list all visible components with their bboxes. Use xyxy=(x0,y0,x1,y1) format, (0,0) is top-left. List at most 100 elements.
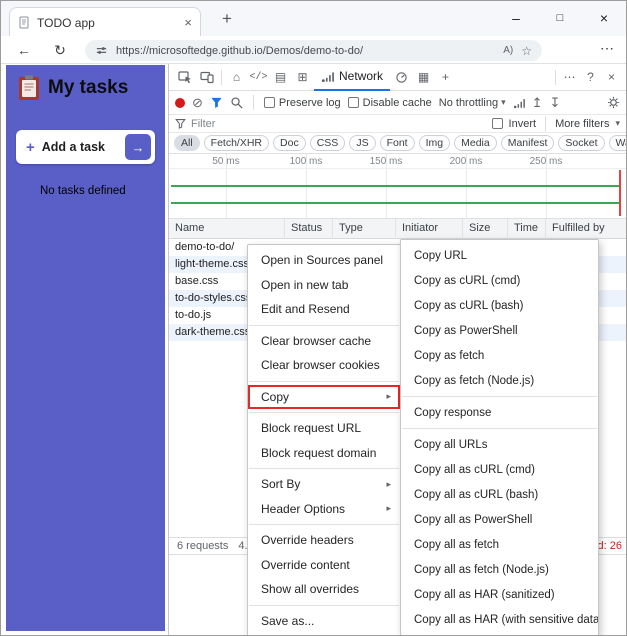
import-har-icon[interactable]: ↥ xyxy=(532,96,543,109)
read-aloud-icon[interactable]: A) xyxy=(503,45,513,56)
network-filter-bar: Filter Invert More filters ▾ xyxy=(169,115,626,133)
filter-chip-img[interactable]: Img xyxy=(418,135,451,151)
submenu-item-copy-all-as-har-sanitized[interactable]: Copy all as HAR (sanitized) xyxy=(401,582,598,607)
more-tools-button[interactable]: + xyxy=(435,67,456,88)
menu-item-sort-by[interactable]: Sort By ▸ xyxy=(248,472,400,497)
console-tab-icon[interactable]: ▤ xyxy=(270,67,291,88)
elements-tab-icon[interactable]: </> xyxy=(248,67,269,88)
filter-bar-right: Invert More filters ▾ xyxy=(491,116,620,131)
menu-item-block-request-domain[interactable]: Block request domain xyxy=(248,441,400,466)
devtools-help-icon[interactable]: ? xyxy=(580,67,601,88)
close-window-button[interactable]: × xyxy=(582,1,626,34)
menu-item-edit-and-resend[interactable]: Edit and Resend xyxy=(248,297,400,322)
submenu-item-copy-all-as-fetch-node[interactable]: Copy all as fetch (Node.js) xyxy=(401,557,598,582)
filter-chip-wasm[interactable]: Wasm xyxy=(608,135,626,151)
menu-item-show-all-overrides[interactable]: Show all overrides xyxy=(248,577,400,602)
menu-item-override-headers[interactable]: Override headers xyxy=(248,528,400,553)
filter-chip-media[interactable]: Media xyxy=(454,135,497,151)
submenu-item-copy-all-as-curl-bash[interactable]: Copy all as cURL (bash) xyxy=(401,482,598,507)
submenu-item-copy-as-fetch[interactable]: Copy as fetch xyxy=(401,343,598,368)
submenu-item-copy-all-urls[interactable]: Copy all URLs xyxy=(401,432,598,457)
inspect-icon[interactable] xyxy=(174,67,195,88)
column-header-time[interactable]: Time xyxy=(508,219,546,239)
filter-chip-css[interactable]: CSS xyxy=(309,135,346,151)
menu-item-block-request-url[interactable]: Block request URL xyxy=(248,416,400,441)
submenu-item-copy-all-as-fetch[interactable]: Copy all as fetch xyxy=(401,532,598,557)
menu-item-header-options[interactable]: Header Options ▸ xyxy=(248,497,400,522)
export-har-icon[interactable]: ↧ xyxy=(550,96,561,109)
column-header-fulfilled-by[interactable]: Fulfilled by xyxy=(546,219,626,239)
network-context-menu: Open in Sources panel Open in new tab Ed… xyxy=(247,244,401,635)
welcome-tab-home-icon[interactable]: ⌂ xyxy=(226,67,247,88)
disable-cache-checkbox[interactable] xyxy=(347,97,359,108)
submenu-item-copy-as-fetch-node[interactable]: Copy as fetch (Node.js) xyxy=(401,368,598,393)
network-settings-gear-icon[interactable] xyxy=(607,96,620,109)
column-header-type[interactable]: Type xyxy=(333,219,396,239)
sources-tab-icon[interactable]: ⊞ xyxy=(292,67,313,88)
filter-chip-fetch-xhr[interactable]: Fetch/XHR xyxy=(203,135,270,151)
column-header-name[interactable]: Name xyxy=(169,219,285,239)
invert-checkbox[interactable] xyxy=(491,118,503,129)
submenu-item-copy-all-as-har-sensitive[interactable]: Copy all as HAR (with sensitive data) xyxy=(401,607,598,632)
maximize-button[interactable]: □ xyxy=(538,1,582,34)
minimize-button[interactable]: – xyxy=(494,1,538,34)
preserve-log-label[interactable]: Preserve log xyxy=(279,97,341,109)
submenu-item-copy-all-as-curl-cmd[interactable]: Copy all as cURL (cmd) xyxy=(401,457,598,482)
network-overview-timeline[interactable]: 50 ms 100 ms 150 ms 200 ms 250 ms xyxy=(169,154,626,219)
record-network-log-button[interactable] xyxy=(175,97,185,108)
submit-task-button[interactable]: → xyxy=(125,134,151,160)
network-conditions-icon[interactable] xyxy=(513,97,525,109)
menu-item-copy[interactable]: Copy ▸ xyxy=(248,384,400,409)
submenu-item-copy-all-as-powershell[interactable]: Copy all as PowerShell xyxy=(401,507,598,532)
tab-close-icon[interactable]: × xyxy=(184,15,192,30)
clear-network-log-icon[interactable]: ⊘ xyxy=(192,96,203,109)
menu-item-clear-browser-cookies[interactable]: Clear browser cookies xyxy=(248,353,400,378)
more-filters-dropdown[interactable]: More filters xyxy=(555,118,609,130)
menu-item-open-in-new-tab[interactable]: Open in new tab xyxy=(248,273,400,298)
performance-tab-icon[interactable] xyxy=(391,67,412,88)
submenu-item-copy-response[interactable]: Copy response xyxy=(401,400,598,425)
submenu-item-copy-as-curl-cmd[interactable]: Copy as cURL (cmd) xyxy=(401,268,598,293)
add-task-button[interactable]: + Add a task → xyxy=(16,130,155,164)
preserve-log-checkbox[interactable] xyxy=(263,97,275,108)
column-header-initiator[interactable]: Initiator xyxy=(396,219,463,239)
timeline-tick: 100 ms xyxy=(289,156,323,167)
refresh-button[interactable]: ↻ xyxy=(49,40,71,60)
menu-separator xyxy=(249,380,399,382)
devtools-more-icon[interactable]: ⋯ xyxy=(559,67,580,88)
network-tab[interactable]: Network xyxy=(314,64,391,91)
browser-tab[interactable]: TODO app × xyxy=(9,7,201,37)
filter-input[interactable]: Filter xyxy=(191,118,215,130)
filter-chip-manifest[interactable]: Manifest xyxy=(500,135,555,151)
menu-item-clear-browser-cache[interactable]: Clear browser cache xyxy=(248,329,400,354)
submenu-item-copy-as-powershell[interactable]: Copy as PowerShell xyxy=(401,318,598,343)
filter-chip-font[interactable]: Font xyxy=(379,135,415,151)
back-button[interactable]: ← xyxy=(13,40,35,60)
disable-cache-label[interactable]: Disable cache xyxy=(363,97,432,109)
browser-menu-icon[interactable]: ⋯ xyxy=(600,40,614,57)
menu-item-open-in-sources[interactable]: Open in Sources panel xyxy=(248,248,400,273)
device-toolbar-icon[interactable] xyxy=(196,67,217,88)
submenu-item-copy-as-curl-bash[interactable]: Copy as cURL (bash) xyxy=(401,293,598,318)
menu-item-save-as[interactable]: Save as... xyxy=(248,609,400,634)
filter-chip-js[interactable]: JS xyxy=(349,135,376,151)
address-bar[interactable]: https://microsoftedge.github.io/Demos/de… xyxy=(85,40,542,61)
favorites-star-icon[interactable]: ☆ xyxy=(521,44,532,58)
menu-item-override-content[interactable]: Override content xyxy=(248,553,400,578)
column-header-size[interactable]: Size xyxy=(463,219,508,239)
application-tab-icon[interactable]: ▦ xyxy=(413,67,434,88)
search-icon[interactable] xyxy=(230,96,243,109)
filter-chip-all[interactable]: All xyxy=(174,135,200,151)
devtools-close-icon[interactable]: × xyxy=(601,67,622,88)
chevron-down-icon[interactable]: ▾ xyxy=(615,118,620,129)
filter-toggle-icon[interactable] xyxy=(210,96,223,109)
throttling-dropdown[interactable]: No throttling ▾ xyxy=(439,97,506,109)
filter-chip-socket[interactable]: Socket xyxy=(558,135,605,151)
site-info-icon[interactable] xyxy=(95,44,108,57)
invert-label[interactable]: Invert xyxy=(509,118,537,130)
column-header-status[interactable]: Status xyxy=(285,219,333,239)
new-tab-button[interactable]: + xyxy=(215,9,239,29)
submenu-item-copy-url[interactable]: Copy URL xyxy=(401,243,598,268)
filter-chip-doc[interactable]: Doc xyxy=(273,135,306,151)
empty-tasks-message: No tasks defined xyxy=(40,185,126,197)
